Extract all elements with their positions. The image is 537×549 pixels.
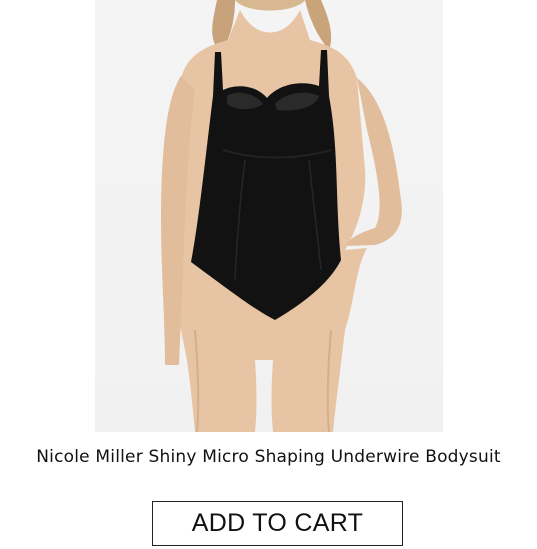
add-to-cart-button[interactable]: ADD TO CART	[152, 501, 403, 546]
product-card: Nicole Miller Shiny Micro Shaping Underw…	[0, 0, 537, 549]
product-image[interactable]	[95, 0, 443, 432]
product-photo-illustration	[161, 0, 402, 432]
product-title[interactable]: Nicole Miller Shiny Micro Shaping Underw…	[20, 446, 517, 469]
